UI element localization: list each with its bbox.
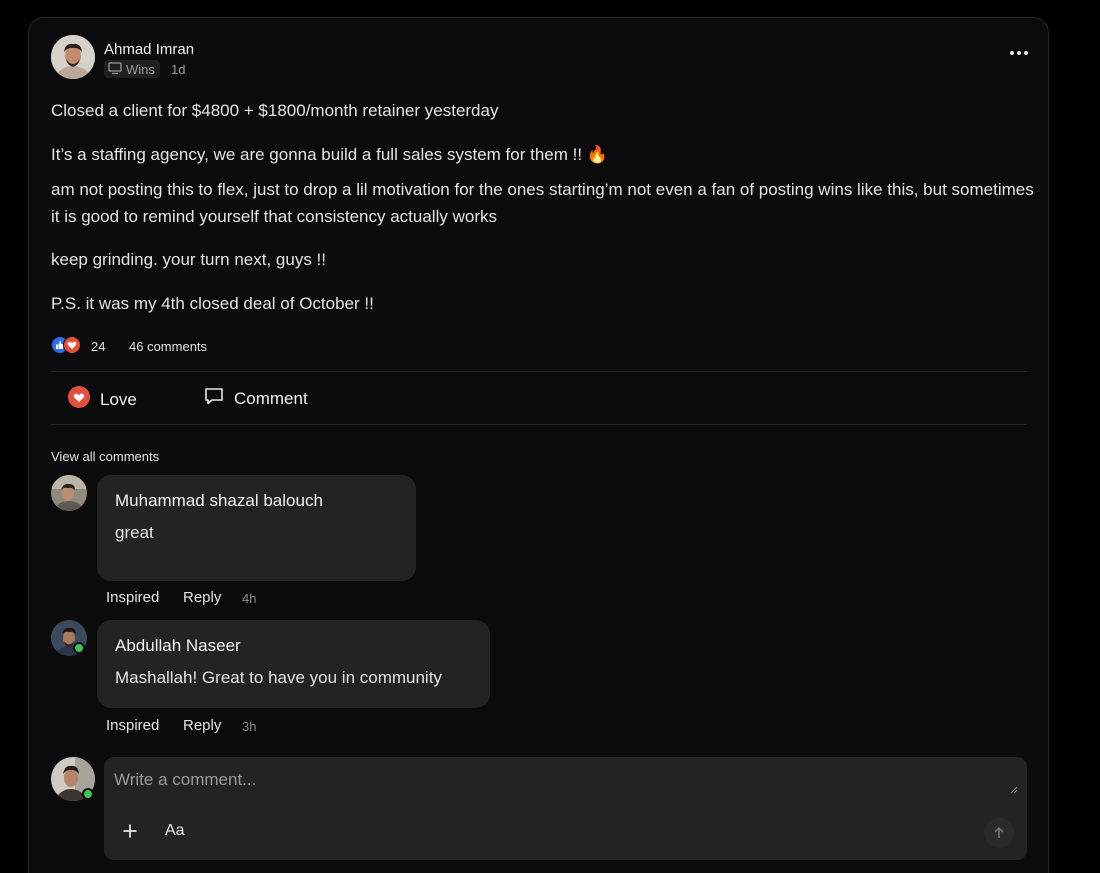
comment-input[interactable] <box>114 767 994 793</box>
send-button[interactable] <box>984 818 1014 848</box>
comment-composer[interactable]: Aa <box>104 757 1027 860</box>
resize-handle-icon[interactable] <box>1010 786 1018 794</box>
divider-top <box>51 371 1027 372</box>
love-label: Love <box>100 389 137 409</box>
post-time: 1d <box>171 62 186 77</box>
more-icon[interactable] <box>1010 51 1028 55</box>
category-badge[interactable]: Wins <box>104 60 160 78</box>
online-indicator <box>73 642 85 654</box>
comment-icon <box>204 386 224 411</box>
comment-text: great <box>115 523 154 542</box>
heart-icon <box>68 386 90 413</box>
heart-reaction-icon <box>63 336 81 354</box>
comment-time: 4h <box>242 591 257 606</box>
post-line-2: It’s a staffing agency, we are gonna bui… <box>51 145 608 164</box>
inspired-button[interactable]: Inspired <box>106 717 159 734</box>
comment-bubble: Abdullah Naseer Mashallah! Great to have… <box>97 620 490 708</box>
post-card: Ahmad Imran Wins 1d Closed a client for … <box>28 17 1049 873</box>
post-line-4: keep grinding. your turn next, guys !! <box>51 250 326 269</box>
plus-icon[interactable] <box>122 823 138 844</box>
comment-count[interactable]: 46 comments <box>129 339 207 354</box>
comment-button[interactable]: Comment <box>204 386 308 411</box>
reply-button[interactable]: Reply <box>183 589 221 606</box>
reaction-icons[interactable] <box>51 336 81 354</box>
view-all-comments[interactable]: View all comments <box>51 449 159 464</box>
inspired-button[interactable]: Inspired <box>106 589 159 606</box>
post-title: Closed a client for $4800 + $1800/month … <box>51 101 499 120</box>
author-avatar[interactable] <box>51 35 95 79</box>
author-name[interactable]: Ahmad Imran <box>104 41 194 58</box>
comment-text: Mashallah! Great to have you in communit… <box>115 668 442 687</box>
category-label: Wins <box>126 61 155 77</box>
reply-button[interactable]: Reply <box>183 717 221 734</box>
post-line-3: am not posting this to flex, just to dro… <box>51 180 1034 226</box>
comment-bubble: Muhammad shazal balouch great <box>97 475 416 581</box>
reaction-count[interactable]: 24 <box>91 339 105 354</box>
divider-bottom <box>51 424 1027 425</box>
post-line-5: P.S. it was my 4th closed deal of Octobe… <box>51 294 374 313</box>
online-indicator <box>82 788 94 800</box>
comment-time: 3h <box>242 719 257 734</box>
commenter-avatar[interactable] <box>51 475 87 511</box>
commenter-name[interactable]: Muhammad shazal balouch <box>115 491 323 511</box>
comment-label: Comment <box>234 388 308 408</box>
text-format-button[interactable]: Aa <box>165 822 185 840</box>
monitor-icon <box>108 61 122 77</box>
love-button[interactable]: Love <box>68 386 137 413</box>
commenter-name[interactable]: Abdullah Naseer <box>115 636 241 656</box>
send-arrow-icon <box>994 826 1004 838</box>
